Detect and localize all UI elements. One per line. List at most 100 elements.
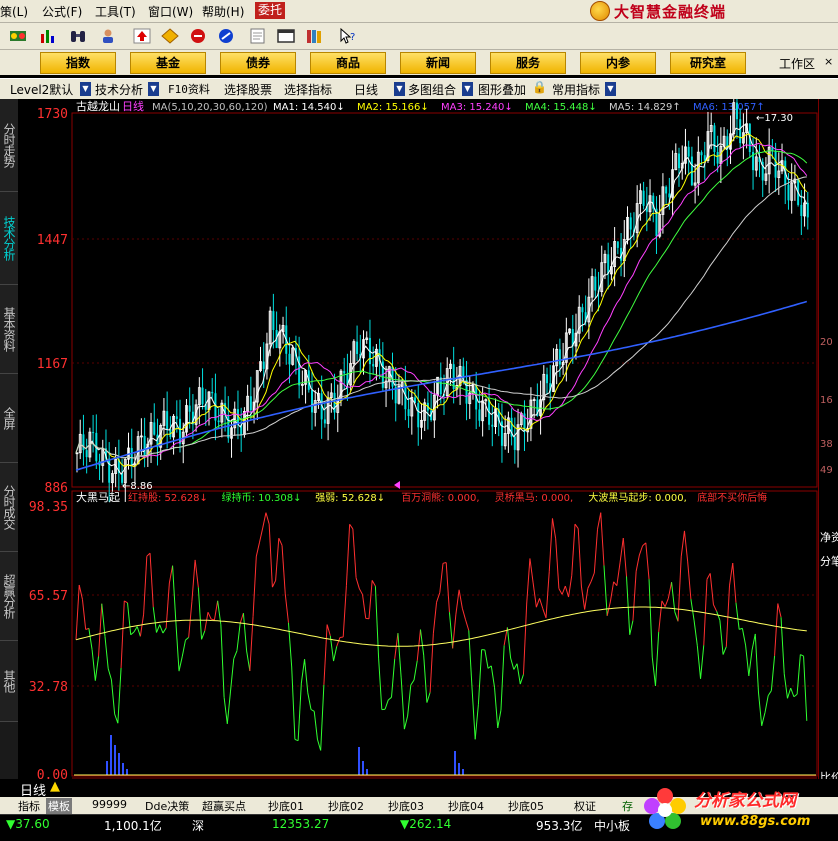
diamond-icon[interactable] xyxy=(160,26,180,46)
btab-99999[interactable]: 99999 xyxy=(92,798,127,811)
blue-circle-icon[interactable] xyxy=(216,26,236,46)
sz-label: 深 xyxy=(192,819,205,833)
right-tab-ticks[interactable]: 分笔 xyxy=(820,553,838,569)
indicator-legend-item: 强弱: 52.628↓ xyxy=(315,492,385,504)
chart-area[interactable]: 古越龙山 日线 MA(5,10,20,30,60,120) MA1: 14.54… xyxy=(18,99,818,797)
right-value: 49 xyxy=(820,465,833,476)
tab-common-indicators[interactable]: 常用指标 xyxy=(552,81,600,98)
vtab-super-analysis[interactable]: 超赢分析 xyxy=(0,552,18,641)
candle-body xyxy=(130,448,133,467)
tab-f10[interactable]: F10资料 xyxy=(168,81,210,97)
tab-overlay[interactable]: 图形叠加 xyxy=(478,81,526,98)
document-icon[interactable] xyxy=(248,26,268,46)
signal-bar xyxy=(454,751,456,775)
btab-indicator[interactable]: 指标 xyxy=(18,798,40,814)
candle-body xyxy=(153,422,156,435)
dropdown-arrow-icon[interactable]: ▼ xyxy=(462,82,473,96)
stock-name: 古越龙山 xyxy=(76,99,120,113)
module-commodity-button[interactable]: 商品 xyxy=(310,52,386,74)
tab-daily[interactable]: 日线 xyxy=(354,81,378,98)
signal-bar xyxy=(118,753,120,775)
btab-bottom04[interactable]: 抄底04 xyxy=(448,798,484,814)
tab-select-indicator[interactable]: 选择指标 xyxy=(284,81,332,98)
red-circle-icon[interactable] xyxy=(188,26,208,46)
tab-technical-analysis[interactable]: 技术分析 xyxy=(95,81,143,98)
tab-bar: Level2默认 ▼ 技术分析 ▼ F10资料 选择股票 选择指标 日线 ▼ 多… xyxy=(0,78,838,99)
indicator-tick: 32.78 xyxy=(29,680,68,695)
low-marker-label: ←8.86 xyxy=(122,481,153,492)
dropdown-arrow-icon[interactable]: ▼ xyxy=(148,82,159,96)
vtab-ticks[interactable]: 分时成交 xyxy=(0,463,18,552)
signal-bar xyxy=(458,763,460,775)
bars-icon[interactable] xyxy=(38,26,58,46)
btab-warrant[interactable]: 权证 xyxy=(574,798,596,814)
vtab-fundamentals[interactable]: 基本资料 xyxy=(0,285,18,374)
books-icon[interactable] xyxy=(304,26,324,46)
lock-icon[interactable]: 🔒 xyxy=(532,80,547,94)
workarea-label[interactable]: 工作区 xyxy=(779,55,815,72)
binoculars-icon[interactable] xyxy=(68,26,88,46)
candle-body xyxy=(739,119,742,144)
signal-bar xyxy=(106,761,108,775)
window-icon[interactable] xyxy=(276,26,296,46)
btab-template[interactable]: 模板 xyxy=(46,798,72,814)
ma-legend-item: MA2: 15.166↓ xyxy=(357,102,429,113)
module-research-button[interactable]: 研究室 xyxy=(670,52,746,74)
flower-logo-icon xyxy=(644,788,686,829)
vtab-other[interactable]: 其他 xyxy=(0,641,18,722)
menu-entrust[interactable]: 委托 xyxy=(255,2,286,19)
quote-icon[interactable] xyxy=(8,26,28,46)
module-insider-button[interactable]: 内参 xyxy=(580,52,656,74)
menu-strategy[interactable]: 策(L) xyxy=(0,3,28,20)
help-pointer-icon[interactable]: ? xyxy=(338,26,358,46)
vtab-fullscreen[interactable]: 全屏 xyxy=(0,374,18,463)
vtab-technical[interactable]: 技术分析 xyxy=(0,192,18,285)
btab-bottom01[interactable]: 抄底01 xyxy=(268,798,304,814)
menu-window[interactable]: 窗口(W) xyxy=(148,3,193,20)
person-icon[interactable] xyxy=(98,26,118,46)
dropdown-arrow-icon[interactable]: ▼ xyxy=(605,82,616,96)
candle-body xyxy=(581,307,584,313)
menu-help[interactable]: 帮助(H) xyxy=(202,3,244,20)
dropdown-arrow-icon[interactable]: ▼ xyxy=(80,82,91,96)
btab-save[interactable]: 存 xyxy=(622,798,633,814)
close-icon[interactable]: × xyxy=(824,55,833,68)
menu-formula[interactable]: 公式(F) xyxy=(42,3,82,20)
menu-tools[interactable]: 工具(T) xyxy=(95,3,136,20)
candle-body xyxy=(703,155,706,161)
price-tick: 1167 xyxy=(37,357,68,372)
tab-level2-default[interactable]: Level2默认 xyxy=(10,81,73,98)
right-tab-net-assets[interactable]: 净资 xyxy=(820,529,838,545)
period-up-icon[interactable]: ▲ xyxy=(50,779,60,794)
module-service-button[interactable]: 服务 xyxy=(490,52,566,74)
candle-body xyxy=(323,419,326,424)
candle-body xyxy=(806,202,809,218)
candle-body xyxy=(774,150,777,178)
vtab-intraday[interactable]: 分时走势 xyxy=(0,99,18,192)
indicator-legend-item: 底部不买你后悔 xyxy=(697,491,767,504)
candle-body xyxy=(735,102,738,120)
tab-select-stock[interactable]: 选择股票 xyxy=(224,81,272,98)
btab-bottom03[interactable]: 抄底03 xyxy=(388,798,424,814)
candle-body xyxy=(690,156,693,186)
module-bond-button[interactable]: 债券 xyxy=(220,52,296,74)
high-marker-label: ←17.30 xyxy=(756,113,793,124)
btab-dde[interactable]: Dde决策 xyxy=(145,798,189,814)
right-value: 20 xyxy=(820,337,833,348)
arrow-up-icon[interactable] xyxy=(132,26,152,46)
sz-amount: 953.3亿 xyxy=(536,819,583,833)
dropdown-arrow-icon[interactable]: ▼ xyxy=(394,82,405,96)
sh-amount: 1,100.1亿 xyxy=(104,819,162,833)
ma-legend-item: MA1: 14.540↓ xyxy=(273,102,345,113)
btab-bottom02[interactable]: 抄底02 xyxy=(328,798,364,814)
btab-super-buy[interactable]: 超赢买点 xyxy=(202,798,246,814)
candle-body xyxy=(211,391,214,394)
module-index-button[interactable]: 指数 xyxy=(40,52,116,74)
ma-legend-item: MA5: 14.829↑ xyxy=(609,102,681,113)
btab-bottom05[interactable]: 抄底05 xyxy=(508,798,544,814)
module-news-button[interactable]: 新闻 xyxy=(400,52,476,74)
svg-text:?: ? xyxy=(350,32,355,43)
tab-multi-chart[interactable]: 多图组合 xyxy=(408,81,456,98)
module-bar: 指数 基金 债券 商品 新闻 服务 内参 研究室 工作区 × xyxy=(0,50,838,75)
module-fund-button[interactable]: 基金 xyxy=(130,52,206,74)
